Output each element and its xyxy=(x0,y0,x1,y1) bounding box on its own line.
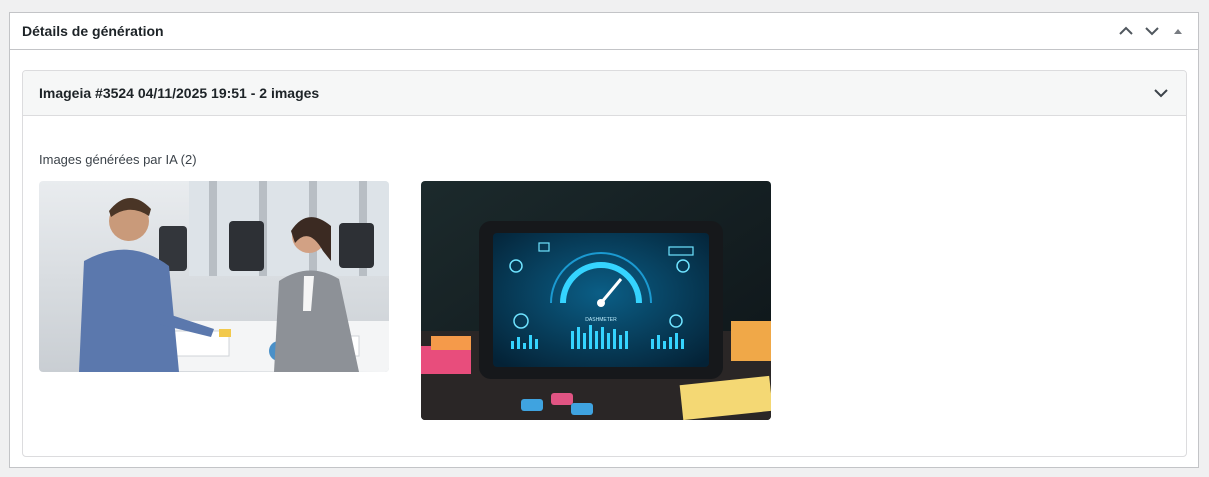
metabox-title: Détails de génération xyxy=(22,23,164,39)
tablet-screen-text: DASHMETER xyxy=(585,317,617,323)
generation-accordion: Imageia #3524 04/11/2025 19:51 - 2 image… xyxy=(22,70,1187,457)
toggle-panel-button[interactable] xyxy=(1168,21,1188,41)
generation-details-metabox: Détails de génération Imageia #3524 04/1… xyxy=(9,12,1199,468)
generation-header-title: Imageia #3524 04/11/2025 19:51 - 2 image… xyxy=(39,85,320,101)
generated-images-label: Images générées par IA (2) xyxy=(39,152,197,167)
tablet-dashboard-image: DASHMETER xyxy=(421,181,771,420)
triangle-up-icon xyxy=(1174,29,1182,34)
accordion-header[interactable]: Imageia #3524 04/11/2025 19:51 - 2 image… xyxy=(23,71,1186,116)
office-meeting-image xyxy=(39,181,389,372)
generated-image-1[interactable] xyxy=(39,181,389,372)
metabox-header: Détails de génération xyxy=(10,13,1198,50)
expand-chevron-icon[interactable] xyxy=(1152,84,1170,102)
chevron-up-icon xyxy=(1119,26,1133,35)
image-gallery: DASHMETER xyxy=(39,181,1170,420)
move-up-button[interactable] xyxy=(1116,21,1136,41)
move-down-button[interactable] xyxy=(1142,21,1162,41)
accordion-body: Images générées par IA (2) DASHMETER xyxy=(23,116,1186,420)
generated-image-2[interactable]: DASHMETER xyxy=(421,181,771,420)
chevron-down-icon xyxy=(1145,27,1159,36)
metabox-actions xyxy=(1116,21,1188,41)
